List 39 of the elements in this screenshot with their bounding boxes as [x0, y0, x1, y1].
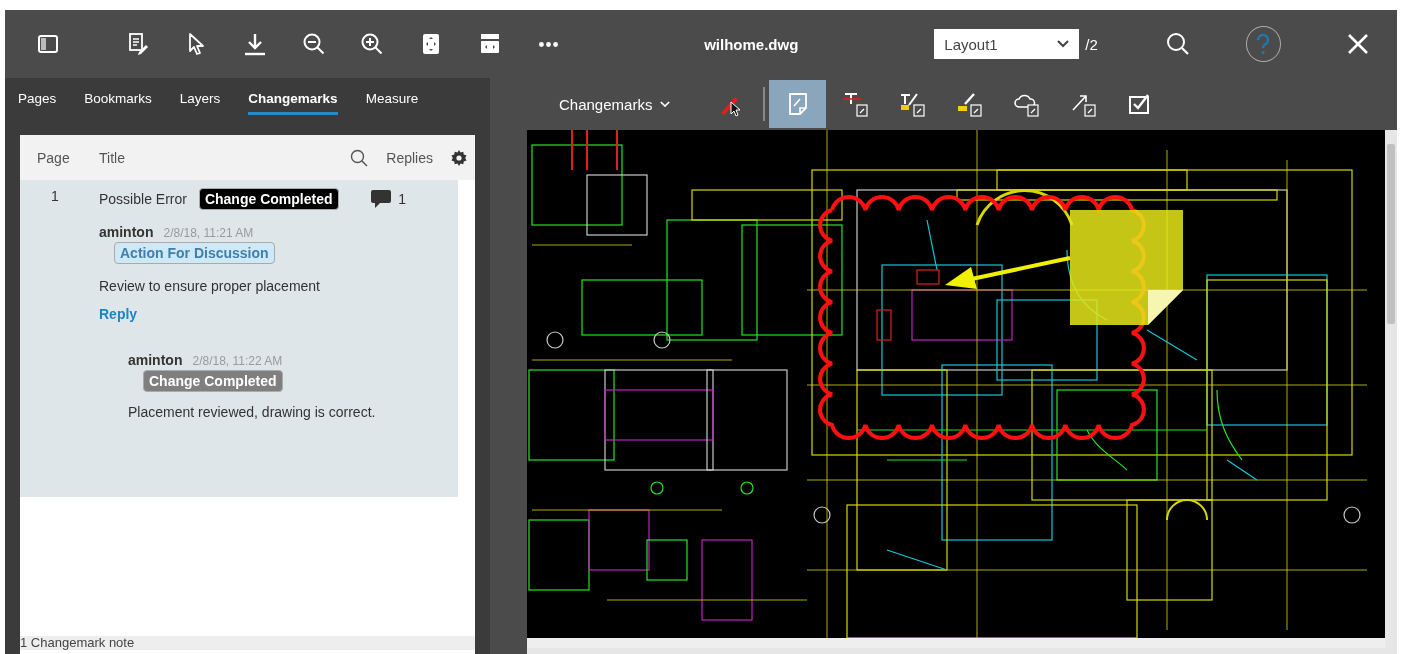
search-icon[interactable] — [350, 148, 369, 167]
layout-dropdown[interactable]: Layout1 — [934, 29, 1080, 59]
help-button[interactable] — [1245, 26, 1282, 62]
status-tag: Change Completed — [198, 188, 339, 210]
column-header: Title — [99, 149, 126, 166]
comment-text: Review to ensure proper placement — [99, 278, 320, 294]
comment-icon — [370, 189, 393, 209]
comment-text: Placement reviewed, drawing is correct. — [128, 404, 376, 420]
author-name: aminton — [99, 224, 154, 240]
sidebar-tab[interactable]: Measure — [365, 91, 419, 115]
chevron-icon — [660, 100, 671, 108]
timestamp: 2/8/18, 11:22 AM — [192, 354, 283, 368]
sidebar-tab[interactable]: Pages — [18, 91, 57, 115]
vertical-scrollbar[interactable] — [1385, 130, 1397, 648]
column-header: Replies — [386, 149, 433, 166]
strikeout-text-icon — [841, 91, 868, 117]
highlighter-icon — [955, 91, 982, 117]
page-number: 1 — [50, 188, 60, 206]
changemark-row[interactable] — [20, 180, 458, 497]
page-count: /2 — [1085, 35, 1098, 53]
sidebar-tab[interactable]: Layers — [179, 91, 221, 115]
file-name: wilhome.dwg — [703, 35, 800, 53]
settings-icon[interactable] — [451, 149, 467, 166]
status-tag: Change Completed — [143, 370, 283, 392]
sidebar-tab[interactable]: Bookmarks — [84, 91, 152, 115]
mode-dropdown[interactable]: Changemarks — [559, 95, 671, 113]
replace-text-icon — [898, 91, 925, 117]
timestamp: 2/8/18, 11:21 AM — [163, 226, 254, 240]
sidebar-tab[interactable]: Changemarks — [248, 91, 338, 115]
search-icon — [1164, 31, 1191, 57]
changemark-title: Possible Error — [99, 191, 187, 207]
status-text: 1 Changemark note — [20, 636, 475, 650]
column-header: Page — [37, 149, 71, 166]
reply-count: 1 — [398, 191, 406, 207]
status-tag: Action For Discussion — [114, 242, 275, 264]
horizontal-scrollbar[interactable] — [527, 648, 1397, 654]
chevron-icon — [1057, 40, 1070, 48]
more-icon — [538, 41, 558, 47]
author-name: aminton — [128, 352, 183, 368]
